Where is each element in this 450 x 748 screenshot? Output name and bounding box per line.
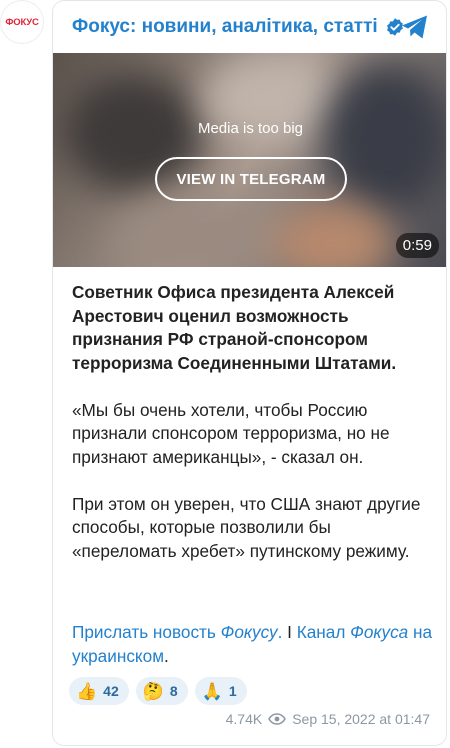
post-quote-paragraph: «Мы бы очень хотели, чтобы Россию призна…	[72, 399, 390, 467]
media-too-big-notice: Media is too big	[197, 120, 304, 137]
avatar-logo-text: ФОКУС	[5, 16, 39, 28]
reaction-thinking[interactable]: 🤔 8	[135, 677, 188, 705]
blur-shape	[273, 203, 393, 267]
reaction-count: 8	[169, 683, 178, 699]
post-links: Прислать новость Фокусу. I Канал Фокуса …	[72, 621, 434, 668]
folded-hands-icon: 🙏	[201, 681, 223, 701]
reactions-bar: 👍 42 🤔 8 🙏 1	[69, 677, 247, 705]
thumbs-up-icon: 👍	[76, 681, 98, 701]
thinking-face-icon: 🤔	[142, 681, 164, 701]
reaction-count: 42	[103, 683, 119, 699]
post-date-link[interactable]: Sep 15, 2022 at 01:47	[292, 711, 430, 727]
telegram-logo-icon[interactable]	[400, 13, 430, 41]
view-count: 4.74K	[225, 711, 263, 727]
post-body-paragraph: При этом он уверен, что США знают другие…	[72, 493, 421, 561]
post-text: Советник Офиса президента Алексей Аресто…	[72, 281, 434, 587]
video-preview[interactable]: Media is too big VIEW IN TELEGRAM 0:59	[53, 53, 446, 267]
channel-avatar[interactable]: ФОКУС	[0, 0, 44, 44]
reaction-pray[interactable]: 🙏 1	[194, 677, 247, 705]
post-header: Фокус: новини, аналітика, статті	[53, 1, 446, 53]
video-duration-badge: 0:59	[395, 233, 439, 258]
view-in-telegram-button[interactable]: VIEW IN TELEGRAM	[155, 157, 347, 201]
post-meta: 4.74K Sep 15, 2022 at 01:47	[226, 711, 430, 727]
post-card: Фокус: новини, аналітика, статті Media i…	[52, 0, 447, 746]
link-separator: I	[282, 622, 297, 642]
reaction-count: 1	[228, 683, 237, 699]
reaction-thumbs-up[interactable]: 👍 42	[69, 677, 129, 705]
channel-title-link[interactable]: Фокус: новини, аналітика, статті	[72, 16, 378, 38]
link-end-period: .	[164, 645, 169, 666]
blur-shape	[113, 193, 293, 267]
post-lead-paragraph: Советник Офиса президента Алексей Аресто…	[72, 282, 397, 373]
eye-icon	[268, 713, 287, 725]
send-news-link[interactable]: Прислать новость Фокусу.	[72, 622, 282, 642]
